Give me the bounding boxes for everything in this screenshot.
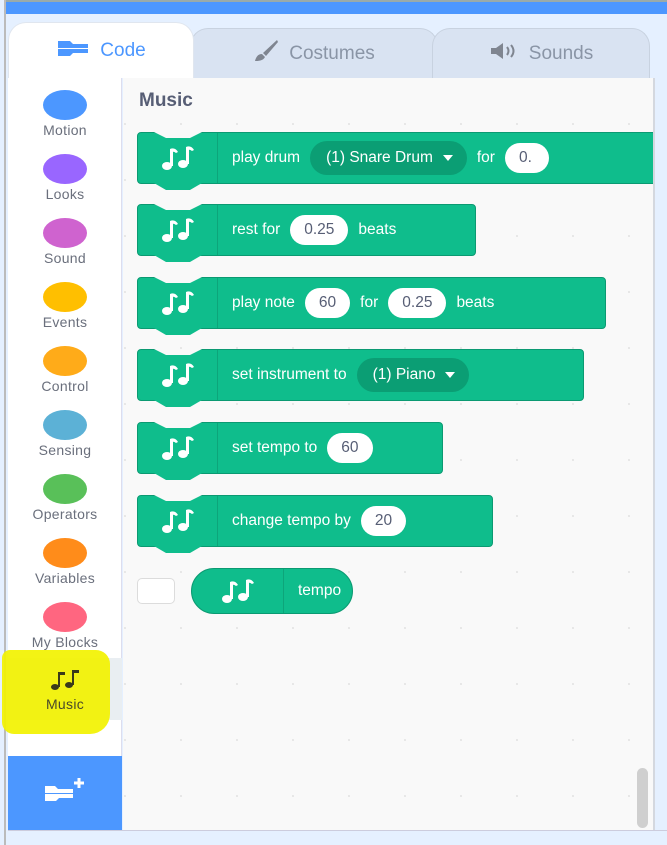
music-notes-icon [138,350,218,400]
block-text: rest for [232,221,281,238]
music-notes-icon [49,666,81,694]
scratch-editor: Code Costumes Sounds Motion Looks Sound [0,0,667,845]
category-events[interactable]: Events [8,274,122,338]
events-color-dot [43,282,87,312]
category-label: Control [41,378,89,394]
block-rest-for[interactable]: rest for 0.25 beats [137,204,476,256]
category-operators[interactable]: Operators [8,466,122,530]
category-label: Operators [32,506,98,522]
sound-color-dot [43,218,87,248]
category-label: Motion [43,122,87,138]
beats-input[interactable]: 0.25 [290,215,349,245]
block-play-drum[interactable]: play drum (1) Snare Drum for 0. [137,132,653,184]
block-text: play note [232,294,295,311]
category-label: Variables [34,570,96,586]
speaker-icon [489,41,519,67]
tab-costumes-label: Costumes [289,42,375,64]
tempo-change-input[interactable]: 20 [360,506,407,536]
block-set-tempo[interactable]: set tempo to 60 [137,422,443,474]
block-text: change tempo by [232,512,351,529]
category-label: Sound [44,250,86,266]
music-notes-icon [138,133,218,183]
drum-dropdown[interactable]: (1) Snare Drum [310,141,467,175]
category-label: My Blocks [31,634,99,650]
block-text: beats [358,221,397,238]
block-text: for [360,294,379,311]
bottom-bar [8,830,667,845]
block-palette: Music play drum (1) Snare Drum for 0. re… [123,78,653,830]
block-set-instrument[interactable]: set instrument to (1) Piano [137,349,584,401]
dropdown-value: (1) Snare Drum [326,149,433,166]
brush-icon [253,39,279,69]
block-text: set tempo to [232,439,318,456]
tab-costumes[interactable]: Costumes [190,28,438,78]
block-tempo-reporter[interactable]: tempo [191,568,353,614]
note-input[interactable]: 60 [304,288,351,318]
category-music-content[interactable]: Music [8,658,122,722]
add-extension-icon [43,776,87,811]
music-notes-icon [138,205,218,255]
palette-category-title: Music [139,90,193,111]
block-text: play drum [232,149,301,166]
block-text: beats [456,294,495,311]
add-extension-button[interactable] [8,756,122,830]
control-color-dot [43,346,87,376]
tab-code[interactable]: Code [8,22,194,78]
block-change-tempo[interactable]: change tempo by 20 [137,495,493,547]
beats-input[interactable]: 0.25 [388,288,447,318]
instrument-dropdown[interactable]: (1) Piano [356,358,470,392]
tab-sounds[interactable]: Sounds [432,28,650,78]
beats-input[interactable]: 0. [504,143,549,173]
category-label: Events [42,314,88,330]
category-label: Music [45,696,85,712]
tab-code-label: Code [100,39,146,61]
code-icon [56,38,90,64]
palette-scrollbar[interactable] [637,768,648,828]
block-play-note[interactable]: play note 60 for 0.25 beats [137,277,606,329]
dropdown-value: (1) Piano [372,366,436,383]
category-sound[interactable]: Sound [8,210,122,274]
variables-color-dot [43,538,87,568]
category-sensing[interactable]: Sensing [8,402,122,466]
tempo-input[interactable]: 60 [327,433,373,463]
sensing-color-dot [43,410,87,440]
looks-color-dot [43,154,87,184]
tempo-monitor-checkbox[interactable] [137,578,175,604]
music-notes-icon [192,569,284,613]
category-variables[interactable]: Variables [8,530,122,594]
block-text: set instrument to [232,366,347,383]
editor-tabs: Code Costumes Sounds [8,22,667,78]
category-motion[interactable]: Motion [8,82,122,146]
category-label: Sensing [38,442,92,458]
category-label: Looks [45,186,85,202]
operators-color-dot [43,474,87,504]
motion-color-dot [43,90,87,120]
category-my-blocks[interactable]: My Blocks [8,594,122,658]
block-text: for [476,149,495,166]
palette-divider [653,78,655,830]
menu-bar [0,0,667,14]
category-control[interactable]: Control [8,338,122,402]
music-notes-icon [138,278,218,328]
category-looks[interactable]: Looks [8,146,122,210]
reporter-label: tempo [298,582,342,599]
chevron-down-icon [442,155,453,161]
music-notes-icon [138,423,218,473]
tab-sounds-label: Sounds [528,42,594,64]
music-notes-icon [138,496,218,546]
chevron-down-icon [445,372,456,378]
my-blocks-color-dot [43,602,87,632]
